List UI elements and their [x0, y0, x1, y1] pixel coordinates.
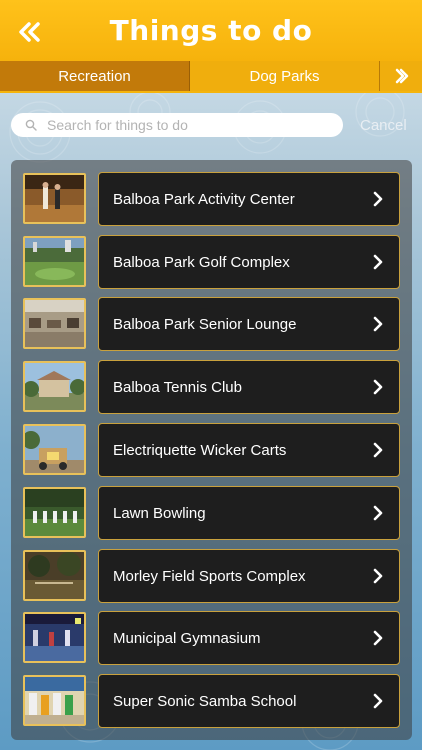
list-item-label: Super Sonic Samba School	[113, 692, 297, 710]
list-item-row: Electriquette Wicker Carts	[98, 423, 400, 477]
thumbnail-image	[23, 424, 86, 475]
search-icon	[25, 119, 37, 131]
list-item[interactable]: Electriquette Wicker Carts	[23, 423, 400, 477]
thumbnail-image	[23, 361, 86, 412]
cancel-button[interactable]: Cancel	[360, 117, 407, 134]
list-item-label: Lawn Bowling	[113, 504, 206, 522]
list-item-row: Balboa Park Activity Center	[98, 172, 400, 226]
page-title: Things to do	[109, 14, 313, 47]
thumbnail-image	[23, 550, 86, 601]
list-item[interactable]: Balboa Park Senior Lounge	[23, 297, 400, 351]
chevron-right-icon	[373, 442, 383, 458]
list-item[interactable]: Balboa Park Golf Complex	[23, 235, 400, 289]
top-bar: Things to do	[0, 0, 422, 61]
list-item-row: Municipal Gymnasium	[98, 611, 400, 665]
chevron-right-icon	[373, 191, 383, 207]
thumbnail-image	[23, 487, 86, 538]
list-item-label: Balboa Park Golf Complex	[113, 253, 290, 271]
chevron-right-icon	[395, 68, 409, 84]
list-item[interactable]: Balboa Tennis Club	[23, 360, 400, 414]
tab-recreation[interactable]: Recreation	[0, 61, 190, 91]
list-item-label: Morley Field Sports Complex	[113, 567, 306, 585]
list-item-label: Balboa Tennis Club	[113, 378, 242, 396]
search-input[interactable]	[47, 117, 327, 133]
thumbnail-image	[23, 675, 86, 726]
chevron-right-icon	[373, 505, 383, 521]
list-item[interactable]: Balboa Park Activity Center	[23, 172, 400, 226]
chevron-right-icon	[373, 630, 383, 646]
thumbnail-image	[23, 612, 86, 663]
tabs-next-button[interactable]	[380, 61, 422, 91]
list-item[interactable]: Super Sonic Samba School	[23, 674, 400, 728]
chevron-right-icon	[373, 254, 383, 270]
list-item[interactable]: Municipal Gymnasium	[23, 611, 400, 665]
thumbnail-image	[23, 173, 86, 224]
thumbnail-image	[23, 236, 86, 287]
search-bar: Cancel	[0, 108, 422, 142]
list-item[interactable]: Morley Field Sports Complex	[23, 549, 400, 603]
list-item-row: Balboa Tennis Club	[98, 360, 400, 414]
category-tabs: Recreation Dog Parks	[0, 61, 422, 93]
search-field[interactable]	[11, 113, 343, 137]
list-item-row: Lawn Bowling	[98, 486, 400, 540]
list-item[interactable]: Lawn Bowling	[23, 486, 400, 540]
list-item-row: Morley Field Sports Complex	[98, 549, 400, 603]
tab-dog-parks[interactable]: Dog Parks	[190, 61, 380, 91]
chevron-right-icon	[373, 693, 383, 709]
thumbnail-image	[23, 298, 86, 349]
list-item-row: Super Sonic Samba School	[98, 674, 400, 728]
list-item-row: Balboa Park Senior Lounge	[98, 297, 400, 351]
chevron-right-icon	[373, 379, 383, 395]
list-item-label: Municipal Gymnasium	[113, 629, 261, 647]
list-item-row: Balboa Park Golf Complex	[98, 235, 400, 289]
list-item-label: Balboa Park Senior Lounge	[113, 315, 297, 333]
chevron-right-icon	[373, 568, 383, 584]
chevron-right-icon	[373, 316, 383, 332]
list-item-label: Electriquette Wicker Carts	[113, 441, 287, 459]
list-item-label: Balboa Park Activity Center	[113, 190, 295, 208]
things-to-do-list: Balboa Park Activity Center Balboa Park …	[11, 160, 412, 740]
